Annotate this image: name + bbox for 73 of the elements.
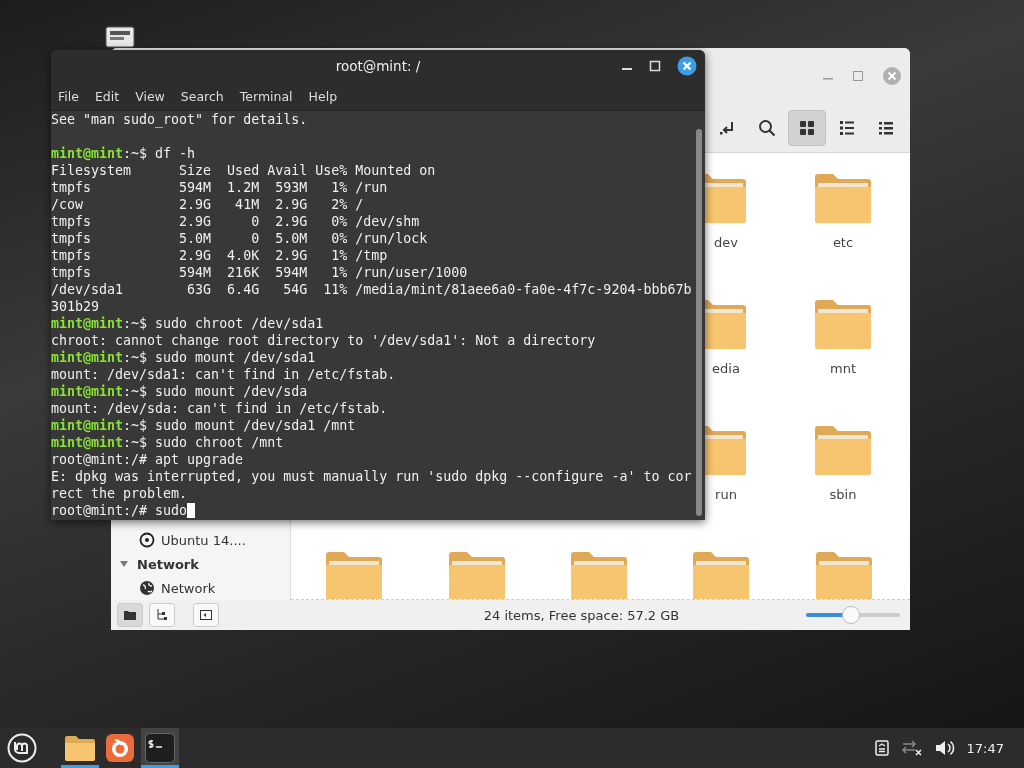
terminal-line: chroot: cannot change root directory to '/dev/sda1': Not a directory bbox=[51, 332, 596, 349]
close-icon[interactable] bbox=[677, 56, 697, 76]
terminal-line: tmpfs 2.9G 0 2.9G 0% /dev/shm bbox=[51, 213, 420, 230]
menu-item[interactable]: Help bbox=[308, 88, 338, 104]
tree-icon bbox=[156, 609, 168, 621]
status-text: 24 items, Free space: 57.2 GB bbox=[482, 607, 681, 623]
menu-item[interactable]: Search bbox=[180, 88, 224, 104]
grid-view-button[interactable] bbox=[788, 110, 826, 146]
terminal-command: :~$ sudo chroot /dev/sda1 bbox=[123, 315, 324, 332]
terminal-line: See "man sudo_root" for details. bbox=[51, 111, 308, 128]
menu-item[interactable]: Terminal bbox=[239, 88, 293, 104]
terminal-command: :~$ sudo mount /dev/sda1 /mnt bbox=[123, 417, 356, 434]
sidebar-heading: Network bbox=[137, 556, 199, 572]
expander-icon[interactable] bbox=[119, 559, 129, 569]
terminal-line: root@mint:/# apt upgrade bbox=[51, 451, 244, 468]
folder-icon[interactable] bbox=[705, 299, 747, 349]
folder-name[interactable]: etc bbox=[832, 235, 854, 250]
terminal-line: 301b29 bbox=[51, 298, 100, 315]
grid-icon bbox=[799, 120, 815, 136]
tree-view-button[interactable] bbox=[149, 603, 175, 627]
terminal-line: E: dpkg was interrupted, you must manually run 'sudo dpkg --configure -a' to cor bbox=[51, 468, 692, 485]
terminal-line: mount: /dev/sda1: can't find in /etc/fstab. bbox=[51, 366, 396, 383]
scrollbar[interactable] bbox=[696, 129, 702, 516]
terminal-line: tmpfs 2.9G 4.0K 2.9G 1% /tmp bbox=[51, 247, 388, 264]
menu-item[interactable]: View bbox=[135, 88, 165, 104]
folder-name[interactable]: run bbox=[715, 487, 737, 502]
terminal-command: :~$ df -h bbox=[123, 145, 196, 162]
prompt-user: mint@mint bbox=[51, 145, 124, 162]
terminal-line: mount: /dev/sda: can't find in /etc/fstab. bbox=[51, 400, 388, 417]
globe-icon bbox=[139, 580, 155, 596]
sidebar-item[interactable]: Network bbox=[119, 576, 290, 600]
terminal-line: tmpfs 594M 216K 594M 1% /run/user/1000 bbox=[51, 264, 468, 281]
clock[interactable]: 17:47 bbox=[966, 740, 1004, 756]
folder-name[interactable]: dev bbox=[714, 235, 738, 250]
folder-icon[interactable] bbox=[705, 425, 747, 475]
terminal-command[interactable]: root@mint:/# sudo bbox=[51, 502, 188, 519]
terminal-app-button[interactable] bbox=[141, 728, 179, 768]
terminal-line: /dev/sda1 63G 6.4G 54G 11% /media/mint/81aee6a0-fa0e-4f7c-9204-bbb67b bbox=[51, 281, 692, 298]
folder-name[interactable]: sbin bbox=[829, 487, 857, 502]
terminal-command: :~$ sudo chroot /mnt bbox=[123, 434, 284, 451]
sidebar-item[interactable]: Ubuntu 14.... bbox=[119, 528, 290, 552]
menu-item[interactable]: File bbox=[58, 88, 79, 104]
network-disconnected-icon[interactable] bbox=[900, 740, 923, 756]
volume-icon[interactable] bbox=[934, 740, 955, 756]
sidebar-toggle-button[interactable] bbox=[193, 603, 219, 627]
compact-list-icon bbox=[878, 120, 894, 136]
search-icon bbox=[758, 119, 776, 137]
terminal-command: :~$ sudo mount /dev/sda1 bbox=[123, 349, 316, 366]
notes-icon[interactable] bbox=[874, 740, 889, 756]
places-button[interactable] bbox=[117, 603, 143, 627]
window-title: root@mint: / bbox=[335, 58, 421, 74]
prompt-user: mint@mint bbox=[51, 383, 124, 400]
list-icon bbox=[839, 120, 855, 136]
prompt-user: mint@mint bbox=[51, 434, 124, 451]
terminal-command: :~$ sudo mount /dev/sda bbox=[123, 383, 308, 400]
terminal-line: /cow 2.9G 41M 2.9G 2% / bbox=[51, 196, 364, 213]
folder-name[interactable]: mnt bbox=[830, 361, 856, 376]
menu-logo-icon[interactable] bbox=[7, 733, 37, 763]
terminal-line: tmpfs 594M 1.2M 593M 1% /run bbox=[51, 179, 388, 196]
terminal-line: tmpfs 5.0M 0 5.0M 0% /run/lock bbox=[51, 230, 428, 247]
folder-icon[interactable] bbox=[705, 173, 747, 223]
menu-item[interactable]: Edit bbox=[94, 88, 120, 104]
folder-name[interactable]: edia bbox=[712, 361, 740, 376]
terminal-line: Filesystem Size Used Avail Use% Mounted on bbox=[51, 162, 436, 179]
zoom-slider-thumb[interactable] bbox=[842, 606, 861, 624]
terminal-line: rect the problem. bbox=[51, 485, 188, 502]
zoom-slider[interactable] bbox=[806, 606, 900, 624]
prompt-user: mint@mint bbox=[51, 417, 124, 434]
folder-icon bbox=[124, 610, 136, 620]
prompt-user: mint@mint bbox=[51, 349, 124, 366]
prompt-user: mint@mint bbox=[51, 315, 124, 332]
sidebar-icon bbox=[200, 610, 212, 620]
disc-icon bbox=[139, 532, 155, 548]
